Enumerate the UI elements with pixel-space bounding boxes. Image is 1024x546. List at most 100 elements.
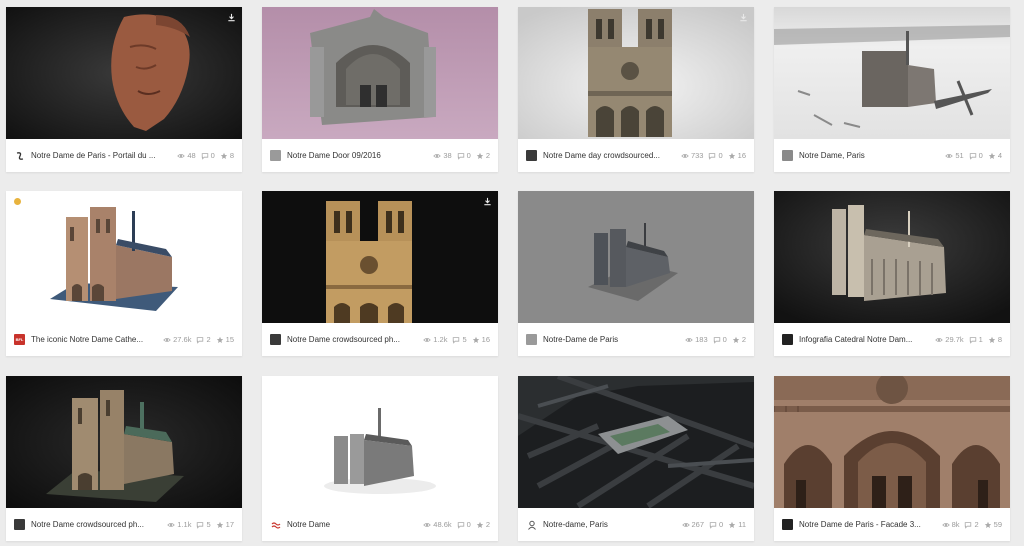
- eye-icon: [433, 152, 441, 160]
- comments-count: 0: [201, 151, 215, 160]
- comment-icon: [457, 521, 465, 529]
- avatar[interactable]: [782, 519, 793, 530]
- download-icon[interactable]: [227, 13, 236, 22]
- likes-count[interactable]: 2: [476, 520, 490, 529]
- views-count: 48: [177, 151, 196, 160]
- comments-count: 2: [196, 335, 211, 344]
- avatar[interactable]: [782, 334, 793, 345]
- eye-icon: [942, 521, 950, 529]
- views-count: 27.6k: [163, 335, 191, 344]
- comments-count: 0: [457, 151, 471, 160]
- avatar[interactable]: [14, 150, 25, 161]
- model-thumbnail[interactable]: [6, 191, 242, 323]
- model-card[interactable]: Notre Dame day crowdsourced... 733 0 16: [518, 7, 754, 172]
- model-card[interactable]: Notre Dame crowdsourced ph... 1.2k 5 16: [262, 191, 498, 356]
- star-icon: [728, 521, 736, 529]
- model-thumbnail[interactable]: [262, 191, 498, 323]
- model-title[interactable]: Notre-Dame de Paris: [543, 335, 685, 344]
- model-title[interactable]: Notre Dame day crowdsourced...: [543, 151, 681, 160]
- model-thumbnail[interactable]: [518, 7, 754, 139]
- likes-count[interactable]: 17: [216, 520, 234, 529]
- likes-count[interactable]: 2: [476, 151, 490, 160]
- avatar[interactable]: [526, 334, 537, 345]
- likes-count[interactable]: 8: [988, 335, 1002, 344]
- comments-count: 5: [196, 520, 211, 529]
- model-title[interactable]: Notre Dame: [287, 520, 423, 529]
- avatar[interactable]: [14, 519, 25, 530]
- likes-count[interactable]: 4: [988, 151, 1002, 160]
- avatar[interactable]: [270, 150, 281, 161]
- comment-icon: [709, 521, 717, 529]
- eye-icon: [177, 152, 185, 160]
- views-count: 1.2k: [423, 335, 447, 344]
- likes-count[interactable]: 16: [472, 335, 490, 344]
- likes-count[interactable]: 16: [728, 151, 746, 160]
- model-thumbnail[interactable]: [262, 7, 498, 139]
- comment-icon: [969, 336, 977, 344]
- eye-icon: [423, 521, 431, 529]
- comments-count: 0: [708, 151, 723, 160]
- model-thumbnail[interactable]: [6, 376, 242, 508]
- likes-count[interactable]: 2: [732, 335, 746, 344]
- comments-count: 0: [969, 151, 983, 160]
- model-card[interactable]: Notre-Dame de Paris 183 0 2: [518, 191, 754, 356]
- model-card[interactable]: Notre-dame, Paris 267 0 11: [518, 376, 754, 541]
- likes-count[interactable]: 15: [216, 335, 234, 344]
- views-count: 1.1k: [167, 520, 191, 529]
- model-thumbnail[interactable]: [6, 7, 242, 139]
- eye-icon: [163, 336, 171, 344]
- model-title[interactable]: The iconic Notre Dame Cathe...: [31, 335, 163, 344]
- model-thumbnail[interactable]: [518, 191, 754, 323]
- model-card[interactable]: Notre Dame, Paris 51 0 4: [774, 7, 1010, 172]
- comments-count: 0: [457, 520, 471, 529]
- eye-icon: [681, 152, 689, 160]
- avatar[interactable]: BFL: [14, 334, 25, 345]
- avatar[interactable]: [270, 519, 281, 530]
- model-title[interactable]: Notre Dame crowdsourced ph...: [287, 335, 423, 344]
- avatar[interactable]: [526, 150, 537, 161]
- model-thumbnail[interactable]: [262, 376, 498, 508]
- star-icon: [476, 152, 484, 160]
- eye-icon: [685, 336, 693, 344]
- model-title[interactable]: Notre Dame de Paris - Facade 3...: [799, 520, 942, 529]
- comments-count: 1: [969, 335, 983, 344]
- avatar[interactable]: [526, 519, 537, 530]
- model-card[interactable]: Notre Dame de Paris - Facade 3... 8k 2 5…: [774, 376, 1010, 541]
- model-card[interactable]: Infografia Catedral Notre Dam... 29.7k 1…: [774, 191, 1010, 356]
- download-icon[interactable]: [739, 13, 748, 22]
- comment-icon: [196, 336, 204, 344]
- comments-count: 0: [709, 520, 723, 529]
- model-thumbnail[interactable]: [774, 7, 1010, 139]
- model-title[interactable]: Notre Dame Door 09/2016: [287, 151, 433, 160]
- model-title[interactable]: Notre-dame, Paris: [543, 520, 682, 529]
- model-title[interactable]: Infografia Catedral Notre Dam...: [799, 335, 935, 344]
- eye-icon: [935, 336, 943, 344]
- model-title[interactable]: Notre Dame de Paris - Portail du ...: [31, 151, 177, 160]
- views-count: 8k: [942, 520, 959, 529]
- model-title[interactable]: Notre Dame, Paris: [799, 151, 945, 160]
- comment-icon: [713, 336, 721, 344]
- views-count: 733: [681, 151, 703, 160]
- model-card[interactable]: BFL The iconic Notre Dame Cathe... 27.6k…: [6, 191, 242, 356]
- comment-icon: [969, 152, 977, 160]
- download-icon[interactable]: [483, 197, 492, 206]
- model-card[interactable]: Notre Dame crowdsourced ph... 1.1k 5 17: [6, 376, 242, 541]
- model-card[interactable]: Notre Dame de Paris - Portail du ... 48 …: [6, 7, 242, 172]
- likes-count[interactable]: 8: [220, 151, 234, 160]
- model-thumbnail[interactable]: [774, 191, 1010, 323]
- avatar[interactable]: [782, 150, 793, 161]
- star-icon: [988, 152, 996, 160]
- views-count: 51: [945, 151, 964, 160]
- model-title[interactable]: Notre Dame crowdsourced ph...: [31, 520, 167, 529]
- model-thumbnail[interactable]: [774, 376, 1010, 508]
- views-count: 267: [682, 520, 704, 529]
- model-thumbnail[interactable]: [518, 376, 754, 508]
- star-icon: [472, 336, 480, 344]
- likes-count[interactable]: 11: [728, 520, 746, 529]
- likes-count[interactable]: 59: [984, 520, 1002, 529]
- views-count: 48.6k: [423, 520, 452, 529]
- eye-icon: [945, 152, 953, 160]
- model-card[interactable]: Notre Dame Door 09/2016 38 0 2: [262, 7, 498, 172]
- avatar[interactable]: [270, 334, 281, 345]
- model-card[interactable]: Notre Dame 48.6k 0 2: [262, 376, 498, 541]
